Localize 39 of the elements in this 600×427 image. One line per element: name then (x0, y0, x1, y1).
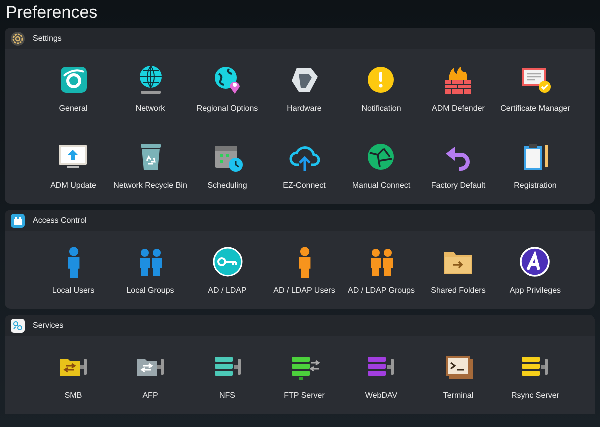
preference-item[interactable]: WebDAV (365, 351, 398, 400)
preference-item[interactable]: Factory Default (431, 141, 486, 190)
preference-item[interactable]: AD / LDAP (208, 246, 247, 295)
app-privileges-icon (519, 246, 552, 278)
preference-item[interactable]: App Privileges (510, 246, 562, 295)
section-title: Services (33, 321, 64, 330)
preference-item[interactable]: Notification (362, 64, 402, 113)
preference-item[interactable]: AFP (134, 351, 166, 400)
preference-item[interactable]: Hardware (287, 64, 322, 113)
preference-item[interactable]: Network Recycle Bin (114, 141, 188, 190)
preference-item[interactable]: AD / LDAP Groups (348, 246, 415, 295)
preference-item[interactable]: Terminal (442, 351, 474, 400)
preference-item[interactable]: AD / LDAP Users (274, 246, 336, 295)
window-title: Preferences (5, 2, 99, 24)
key-icon (212, 246, 244, 278)
preference-item[interactable]: ADM Update (50, 141, 96, 190)
preference-item[interactable]: Regional Options (196, 64, 258, 113)
settings-icon (10, 30, 26, 46)
preference-item[interactable]: SMB (58, 351, 90, 400)
preference-item[interactable]: EZ-Connect (283, 141, 326, 190)
section-title: Access Control (33, 216, 87, 225)
preference-item[interactable]: Shared Folders (431, 246, 486, 295)
preference-item[interactable]: Scheduling (208, 141, 248, 190)
preference-item[interactable]: Manual Connect (352, 141, 411, 190)
preference-item[interactable]: Registration (514, 141, 557, 190)
user-icon (298, 246, 312, 278)
preference-item[interactable]: ADM Defender (432, 64, 485, 113)
preference-item[interactable]: Local Users (52, 246, 95, 295)
preference-item[interactable]: FTP Server (284, 351, 325, 400)
preference-item[interactable]: General (58, 64, 90, 113)
preference-item[interactable]: Network (134, 64, 166, 113)
preference-item[interactable]: Certificate Manager (500, 64, 570, 113)
preference-item[interactable]: Rsync Server (511, 351, 560, 400)
preference-item[interactable]: Local Groups (126, 246, 174, 295)
preference-item[interactable]: NFS (212, 351, 244, 400)
services-icon (10, 318, 26, 334)
user-icon (66, 246, 80, 278)
access-control-icon (10, 212, 26, 228)
section-title: Settings (33, 34, 62, 43)
